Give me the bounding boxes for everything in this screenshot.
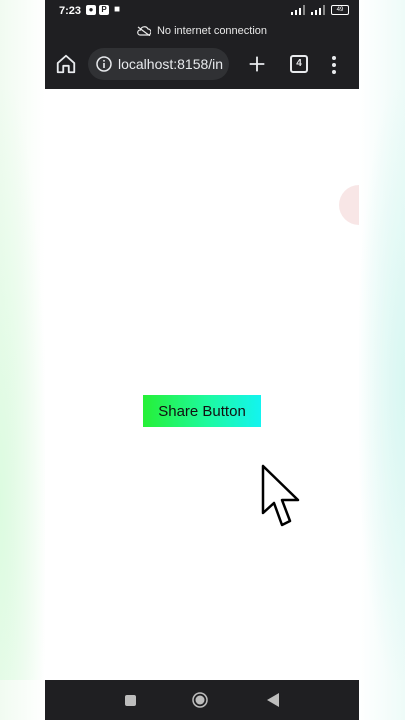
- back-icon[interactable]: [266, 692, 280, 708]
- alarm-icon: ●: [86, 5, 96, 15]
- floating-bubble[interactable]: [339, 185, 359, 225]
- info-icon[interactable]: [96, 56, 112, 72]
- share-button[interactable]: Share Button: [143, 395, 261, 427]
- url-text[interactable]: localhost:8158/in: [118, 56, 226, 72]
- home-icon[interactable]: [55, 53, 77, 75]
- browser-toolbar: localhost:8158/in 4: [45, 40, 359, 89]
- cloud-off-icon: [137, 26, 151, 36]
- video-icon: ■: [113, 4, 121, 15]
- status-time: 7:23: [59, 5, 82, 17]
- offline-banner: No internet connection: [45, 22, 359, 40]
- tab-switcher-button[interactable]: 4: [290, 55, 308, 73]
- background-glow-right: [359, 90, 405, 680]
- mouse-cursor-icon: [261, 464, 300, 527]
- signal-icon-2: [311, 5, 325, 15]
- status-bar: 7:23 ● P ■ 49: [45, 0, 359, 22]
- home-circle-icon[interactable]: [192, 692, 208, 708]
- battery-icon: 49: [331, 5, 349, 15]
- recents-icon[interactable]: [125, 695, 136, 706]
- more-vert-icon[interactable]: [329, 54, 339, 76]
- offline-text: No internet connection: [156, 25, 268, 37]
- status-icons: ● P ■: [86, 5, 122, 15]
- status-right: 49: [291, 5, 349, 15]
- address-bar[interactable]: localhost:8158/in: [88, 48, 229, 80]
- phone-screen: 7:23 ● P ■ 49 No internet connection loc…: [45, 0, 359, 720]
- system-nav-bar: [45, 680, 359, 720]
- p-app-icon: P: [99, 5, 109, 15]
- signal-icon: [291, 5, 305, 15]
- plus-icon[interactable]: [246, 53, 268, 75]
- background-glow-left: [0, 90, 45, 680]
